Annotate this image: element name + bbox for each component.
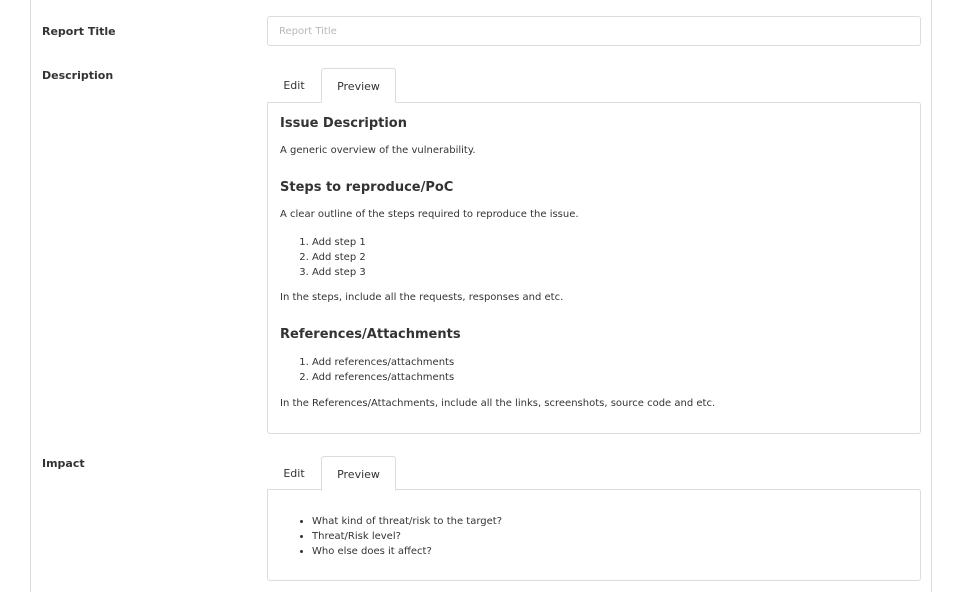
impact-tab-preview[interactable]: Preview <box>321 456 396 491</box>
list-item: Add step 1 <box>312 235 366 250</box>
steps-text: A clear outline of the steps required to… <box>280 209 579 220</box>
impact-tabs: Edit Preview <box>267 456 921 491</box>
list-item: Add references/attachments <box>312 355 454 370</box>
steps-note: In the steps, include all the requests, … <box>280 292 564 303</box>
references-list: Add references/attachments Add reference… <box>280 355 454 385</box>
description-tab-preview[interactable]: Preview <box>321 68 396 103</box>
report-title-label: Report Title <box>42 25 116 38</box>
list-item: Who else does it affect? <box>312 544 502 559</box>
list-item: Threat/Risk level? <box>312 529 502 544</box>
issue-description-heading: Issue Description <box>280 116 407 131</box>
list-item: What kind of threat/risk to the target? <box>312 514 502 529</box>
steps-heading: Steps to reproduce/PoC <box>280 180 454 195</box>
list-item: Add step 2 <box>312 250 366 265</box>
list-item: Add references/attachments <box>312 370 454 385</box>
list-item: Add step 3 <box>312 265 366 280</box>
report-title-input[interactable] <box>267 16 921 46</box>
description-tabs: Edit Preview <box>267 68 921 103</box>
description-label: Description <box>42 69 114 82</box>
impact-bullet-list: What kind of threat/risk to the target? … <box>280 514 502 559</box>
issue-description-text: A generic overview of the vulnerability. <box>280 145 476 156</box>
references-heading: References/Attachments <box>280 327 461 342</box>
impact-label: Impact <box>42 457 85 470</box>
description-tab-edit[interactable]: Edit <box>267 68 321 103</box>
steps-list: Add step 1 Add step 2 Add step 3 <box>280 235 366 280</box>
description-preview-panel: Issue Description A generic overview of … <box>267 102 921 434</box>
references-note: In the References/Attachments, include a… <box>280 398 716 409</box>
impact-tab-edit[interactable]: Edit <box>267 456 321 491</box>
impact-preview-panel: What kind of threat/risk to the target? … <box>267 489 921 581</box>
